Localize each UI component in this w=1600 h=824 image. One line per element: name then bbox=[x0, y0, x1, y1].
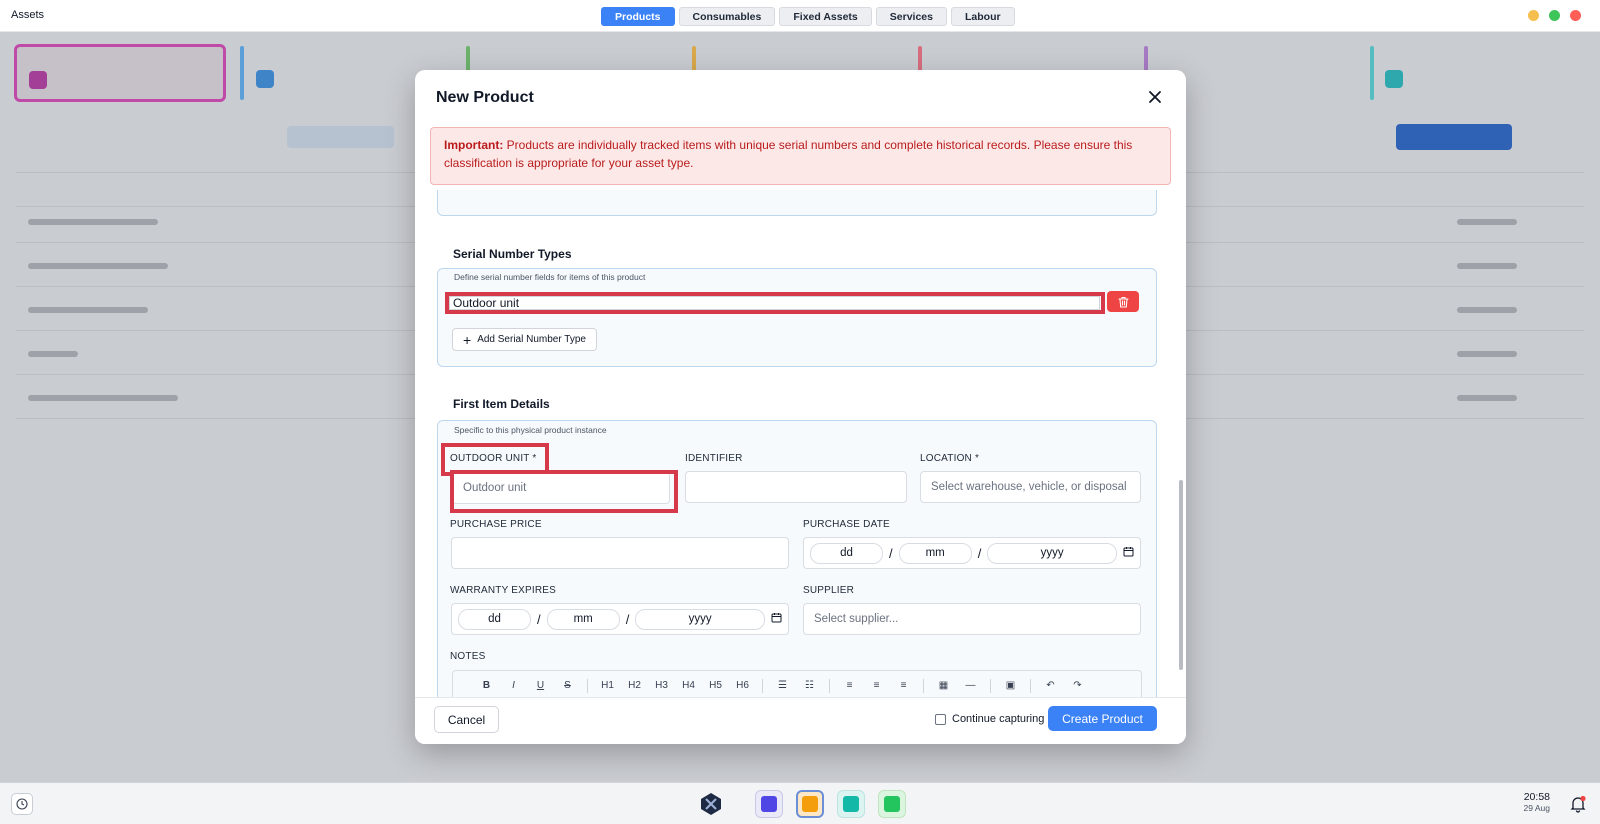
purchase-date-input[interactable]: dd / mm / yyyy bbox=[803, 537, 1141, 569]
alert-text: Products are individually tracked items … bbox=[444, 138, 1133, 170]
alert-bold: Important: bbox=[444, 138, 504, 152]
add-serial-type-label: Add Serial Number Type bbox=[477, 334, 586, 345]
italic-button[interactable]: I bbox=[500, 680, 527, 691]
undo-icon[interactable]: ↶ bbox=[1037, 680, 1064, 691]
dialog-title: New Product bbox=[436, 89, 534, 106]
align-center-icon[interactable]: ≡ bbox=[863, 680, 890, 691]
h5-button[interactable]: H5 bbox=[702, 680, 729, 691]
taskbar: 20:58 29 Aug bbox=[0, 782, 1600, 824]
clock-date: 29 Aug bbox=[1523, 803, 1550, 813]
maximize-button[interactable] bbox=[1549, 10, 1560, 21]
align-right-icon[interactable]: ≡ bbox=[890, 680, 917, 691]
warranty-date-input[interactable]: dd / mm / yyyy bbox=[451, 603, 789, 635]
notes-editor-toolbar: B I U S H1 H2 H3 H4 H5 H6 ☰ ☷ ≡ ≡ ≡ ▦ — … bbox=[452, 670, 1142, 700]
h4-button[interactable]: H4 bbox=[675, 680, 702, 691]
purchase-date-month[interactable]: mm bbox=[898, 542, 972, 564]
dialog-footer: Cancel Continue capturing Create Product bbox=[415, 697, 1186, 744]
dialog-scrollbar[interactable] bbox=[1179, 480, 1183, 670]
tab-labour[interactable]: Labour bbox=[950, 7, 1015, 26]
image-icon[interactable]: ▣ bbox=[997, 680, 1024, 691]
first-item-subtitle: Specific to this physical product instan… bbox=[454, 425, 607, 435]
close-icon[interactable] bbox=[1144, 86, 1166, 108]
strike-button[interactable]: S bbox=[554, 680, 581, 691]
serial-section-subtitle: Define serial number fields for items of… bbox=[454, 272, 646, 282]
stat-card bbox=[14, 44, 226, 102]
date-separator: / bbox=[537, 611, 541, 627]
purchase-date-label: PURCHASE DATE bbox=[803, 519, 890, 530]
serial-section-title: Serial Number Types bbox=[453, 247, 572, 261]
tab-services[interactable]: Services bbox=[875, 7, 947, 26]
continue-capturing-label: Continue capturing bbox=[952, 713, 1045, 725]
system-clock: 20:58 29 Aug bbox=[1515, 791, 1550, 813]
h3-button[interactable]: H3 bbox=[648, 680, 675, 691]
serial-section-box bbox=[437, 268, 1157, 367]
location-select[interactable]: Select warehouse, vehicle, or disposal bbox=[920, 471, 1141, 503]
purchase-price-input[interactable] bbox=[451, 537, 789, 569]
create-product-button[interactable]: Create Product bbox=[1048, 706, 1157, 731]
warranty-date-month[interactable]: mm bbox=[546, 608, 620, 630]
purchase-date-year[interactable]: yyyy bbox=[987, 542, 1117, 564]
table-icon[interactable]: ▦ bbox=[930, 680, 957, 691]
clock-icon[interactable] bbox=[11, 793, 33, 815]
app-logo-icon[interactable] bbox=[697, 790, 725, 818]
date-separator: / bbox=[889, 545, 893, 561]
tasks-app-icon[interactable] bbox=[878, 790, 906, 818]
clock-time: 20:58 bbox=[1523, 791, 1550, 803]
dialog-scroll-area[interactable]: Serial Number Types Define serial number… bbox=[415, 190, 1186, 744]
tab-consumables[interactable]: Consumables bbox=[678, 7, 776, 26]
h2-button[interactable]: H2 bbox=[621, 680, 648, 691]
first-item-title: First Item Details bbox=[453, 397, 550, 411]
delete-serial-button[interactable] bbox=[1107, 291, 1139, 312]
calendar-icon[interactable] bbox=[1123, 546, 1134, 560]
align-left-icon[interactable]: ≡ bbox=[836, 680, 863, 691]
warranty-label: WARRANTY EXPIRES bbox=[450, 585, 556, 596]
date-separator: / bbox=[977, 545, 982, 561]
underline-button[interactable]: U bbox=[527, 680, 554, 691]
warranty-date-day[interactable]: dd bbox=[458, 608, 532, 630]
highlight-box bbox=[445, 292, 1105, 314]
date-separator: / bbox=[625, 611, 630, 627]
important-alert: Important: Products are individually tra… bbox=[430, 127, 1171, 185]
bullet-list-icon[interactable]: ☰ bbox=[769, 680, 796, 691]
window-controls bbox=[1528, 10, 1581, 21]
highlight-box bbox=[450, 470, 678, 513]
continue-capturing-checkbox[interactable] bbox=[935, 713, 946, 725]
h6-button[interactable]: H6 bbox=[729, 680, 756, 691]
supplier-select[interactable]: Select supplier... bbox=[803, 603, 1141, 635]
purchase-date-day[interactable]: dd bbox=[810, 542, 884, 564]
trash-icon bbox=[1117, 296, 1129, 308]
calendar-icon[interactable] bbox=[771, 612, 782, 626]
app-title: Assets bbox=[11, 9, 45, 21]
contacts-app-icon[interactable] bbox=[755, 790, 783, 818]
identifier-label: IDENTIFIER bbox=[685, 453, 743, 464]
previous-section-box bbox=[437, 190, 1157, 216]
cancel-button[interactable]: Cancel bbox=[434, 706, 499, 733]
assets-app-icon[interactable] bbox=[796, 790, 824, 818]
plus-icon: + bbox=[463, 331, 472, 348]
divider-icon[interactable]: — bbox=[957, 680, 984, 691]
continue-capturing[interactable]: Continue capturing bbox=[935, 713, 1044, 725]
redo-icon[interactable]: ↷ bbox=[1064, 680, 1091, 691]
warranty-date-year[interactable]: yyyy bbox=[635, 608, 765, 630]
close-window-button[interactable] bbox=[1570, 10, 1581, 21]
top-bar: Assets Products Consumables Fixed Assets… bbox=[0, 0, 1600, 32]
ordered-list-icon[interactable]: ☷ bbox=[796, 680, 823, 691]
new-product-dialog: New Product Important: Products are indi… bbox=[415, 70, 1186, 744]
invoices-app-icon[interactable] bbox=[837, 790, 865, 818]
identifier-input[interactable] bbox=[685, 471, 907, 503]
location-label: LOCATION * bbox=[920, 453, 980, 464]
supplier-label: SUPPLIER bbox=[803, 585, 855, 596]
tab-products[interactable]: Products bbox=[601, 7, 675, 26]
add-serial-type-button[interactable]: + Add Serial Number Type bbox=[452, 328, 597, 351]
tab-fixed-assets[interactable]: Fixed Assets bbox=[779, 7, 872, 26]
bold-button[interactable]: B bbox=[473, 680, 500, 691]
h1-button[interactable]: H1 bbox=[594, 680, 621, 691]
category-tabs: Products Consumables Fixed Assets Servic… bbox=[601, 7, 1015, 26]
bell-icon[interactable] bbox=[1569, 795, 1587, 813]
notes-label: NOTES bbox=[450, 651, 486, 662]
minimize-button[interactable] bbox=[1528, 10, 1539, 21]
purchase-price-label: PURCHASE PRICE bbox=[450, 519, 542, 530]
